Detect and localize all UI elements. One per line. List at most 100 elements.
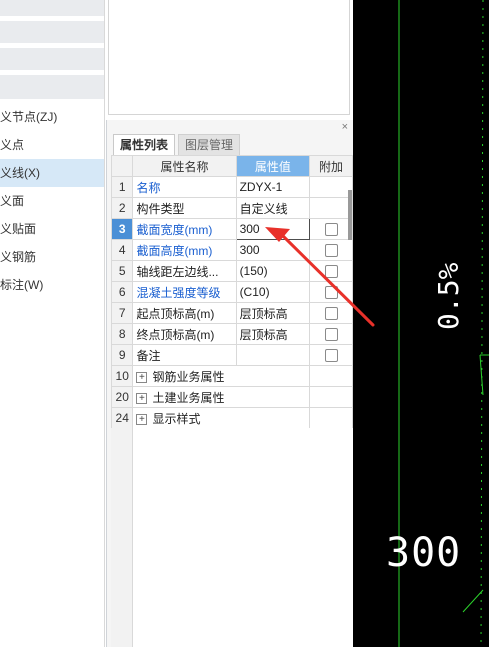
property-name: 截面宽度(mm) xyxy=(132,218,237,240)
row-number-header xyxy=(110,155,134,177)
property-value[interactable]: ZDYX-1 xyxy=(235,176,311,198)
property-value[interactable]: (150) xyxy=(235,260,311,282)
tree-item-bar[interactable] xyxy=(0,0,104,16)
group-row[interactable]: 20 + 土建业务属性 xyxy=(110,386,353,408)
property-panel: × 属性列表 图层管理 属性名称 属性值 附加 1 名称 ZDYX-1 2 构件… xyxy=(106,120,354,647)
row-number: 2 xyxy=(110,197,134,219)
extra-cell xyxy=(309,365,353,387)
attach-checkbox[interactable] xyxy=(324,265,338,279)
group-label-cell: + 显示样式 xyxy=(132,407,311,429)
tree-item-custom-node[interactable]: 义节点(ZJ) xyxy=(0,103,104,131)
grid-header-row: 属性名称 属性值 附加 xyxy=(110,155,353,177)
extra-cell xyxy=(309,323,353,345)
row-number: 24 xyxy=(110,407,134,429)
extra-cell xyxy=(309,386,353,408)
extra-cell xyxy=(309,239,353,261)
row-number: 9 xyxy=(110,344,134,366)
extra-cell xyxy=(309,260,353,282)
group-label: 钢筋业务属性 xyxy=(152,369,225,384)
attach-checkbox[interactable] xyxy=(324,223,338,237)
row-number: 5 xyxy=(110,260,134,282)
group-label-cell: + 钢筋业务属性 xyxy=(132,365,311,387)
table-row[interactable]: 6 混凝土强度等级 (C10) xyxy=(110,281,353,303)
table-row[interactable]: 2 构件类型 自定义线 xyxy=(110,197,353,219)
extra-cell xyxy=(309,281,353,303)
column-header-value[interactable]: 属性值 xyxy=(235,155,311,177)
table-row[interactable]: 7 起点顶标高(m) 层顶标高 xyxy=(110,302,353,324)
dimension-tick xyxy=(462,589,484,613)
property-value[interactable]: 层顶标高 xyxy=(235,302,311,324)
property-value[interactable]: (C10) xyxy=(235,281,311,303)
row-number: 10 xyxy=(110,365,134,387)
attach-checkbox[interactable] xyxy=(324,244,338,258)
row-number: 20 xyxy=(110,386,134,408)
property-value[interactable]: 300 xyxy=(235,239,311,261)
property-name: 备注 xyxy=(132,344,237,366)
extra-cell xyxy=(309,302,353,324)
group-row[interactable]: 10 + 钢筋业务属性 xyxy=(110,365,353,387)
grid-empty-area xyxy=(111,428,354,647)
tree-item-bar[interactable] xyxy=(0,21,104,43)
tree-item-annotation[interactable]: 标注(W) xyxy=(0,271,104,299)
extra-cell xyxy=(309,176,353,198)
component-tree: 义节点(ZJ) 义点 义线(X) 义面 义贴面 义钢筋 标注(W) xyxy=(0,0,105,647)
row-number: 1 xyxy=(110,176,134,198)
column-header-extra[interactable]: 附加 xyxy=(309,155,353,177)
panel-splitter[interactable] xyxy=(348,190,352,240)
table-row[interactable]: 9 备注 xyxy=(110,344,353,366)
row-number-gutter xyxy=(111,428,133,647)
group-label: 显示样式 xyxy=(152,411,201,426)
tree-item-custom-point[interactable]: 义点 xyxy=(0,131,104,159)
property-value[interactable]: 层顶标高 xyxy=(235,323,311,345)
extra-cell xyxy=(309,344,353,366)
row-number: 3 xyxy=(110,218,134,240)
table-row[interactable]: 8 终点顶标高(m) 层顶标高 xyxy=(110,323,353,345)
attach-checkbox[interactable] xyxy=(324,286,338,300)
table-row[interactable]: 5 轴线距左边线... (150) xyxy=(110,260,353,282)
table-row[interactable]: 1 名称 ZDYX-1 xyxy=(110,176,353,198)
attach-checkbox[interactable] xyxy=(324,349,338,363)
extra-cell xyxy=(309,197,353,219)
property-name: 起点顶标高(m) xyxy=(132,302,237,324)
tree-item-custom-line[interactable]: 义线(X) xyxy=(0,159,104,187)
row-number: 6 xyxy=(110,281,134,303)
property-value[interactable] xyxy=(235,344,311,366)
extra-cell xyxy=(309,218,353,240)
expand-icon[interactable]: + xyxy=(136,413,148,425)
tree-item-custom-cladding[interactable]: 义贴面 xyxy=(0,215,104,243)
attach-checkbox[interactable] xyxy=(324,328,338,342)
property-name: 混凝土强度等级 xyxy=(132,281,237,303)
row-number: 8 xyxy=(110,323,134,345)
table-row[interactable]: 4 截面高度(mm) 300 xyxy=(110,239,353,261)
tree-item-bar[interactable] xyxy=(0,75,104,99)
expand-icon[interactable]: + xyxy=(136,371,148,383)
property-value[interactable]: 自定义线 xyxy=(235,197,311,219)
row-number: 7 xyxy=(110,302,134,324)
close-icon[interactable]: × xyxy=(342,121,348,133)
property-name: 构件类型 xyxy=(132,197,237,219)
tab-property-list[interactable]: 属性列表 xyxy=(113,134,176,155)
tab-layer-management[interactable]: 图层管理 xyxy=(178,134,241,155)
property-name: 名称 xyxy=(132,176,237,198)
group-label: 土建业务属性 xyxy=(152,390,225,405)
tree-item-custom-face[interactable]: 义面 xyxy=(0,187,104,215)
tree-item-bar[interactable] xyxy=(0,48,104,70)
property-name: 轴线距左边线... xyxy=(132,260,237,282)
property-grid: 属性名称 属性值 附加 1 名称 ZDYX-1 2 构件类型 自定义线 3 截面… xyxy=(110,155,353,429)
dimension-label: 300 xyxy=(386,530,462,576)
table-row[interactable]: 3 截面宽度(mm) 300 xyxy=(110,218,353,240)
slope-label: 0.5% xyxy=(432,262,465,330)
axis-line xyxy=(480,0,484,648)
extra-cell xyxy=(309,407,353,429)
group-row[interactable]: 24 + 显示样式 xyxy=(110,407,353,429)
column-header-name[interactable]: 属性名称 xyxy=(132,155,237,177)
property-name: 截面高度(mm) xyxy=(132,239,237,261)
component-list-panel xyxy=(108,0,350,115)
row-number: 4 xyxy=(110,239,134,261)
group-label-cell: + 土建业务属性 xyxy=(132,386,311,408)
attach-checkbox[interactable] xyxy=(324,307,338,321)
expand-icon[interactable]: + xyxy=(136,392,148,404)
property-name: 终点顶标高(m) xyxy=(132,323,237,345)
property-value-editor[interactable]: 300 xyxy=(235,218,311,240)
tree-item-custom-rebar[interactable]: 义钢筋 xyxy=(0,243,104,271)
